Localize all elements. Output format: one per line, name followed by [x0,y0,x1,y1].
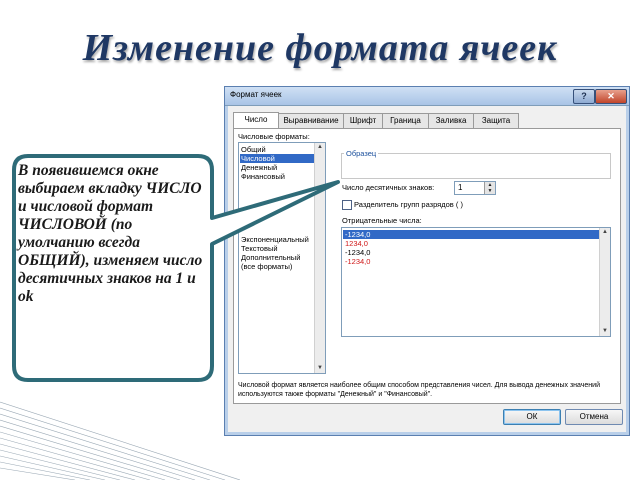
tab-number[interactable]: Число [233,112,279,128]
callout-text: В появившемся окне выбираем вкладку ЧИСЛ… [18,162,203,305]
